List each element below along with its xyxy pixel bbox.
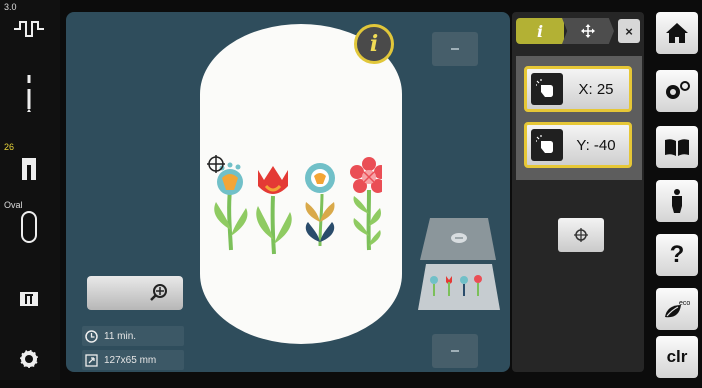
x-position-button[interactable]: X: 25 bbox=[524, 66, 632, 112]
tab-move[interactable] bbox=[562, 18, 614, 44]
info-button-label: i bbox=[369, 31, 379, 57]
hand-icon bbox=[531, 129, 563, 161]
guide-button[interactable] bbox=[656, 126, 698, 168]
needle-button[interactable] bbox=[0, 64, 58, 122]
design-size-value: 127x65 mm bbox=[104, 354, 157, 366]
scroll-down-icon bbox=[451, 350, 459, 352]
settings-icon bbox=[666, 81, 690, 99]
flower-design[interactable] bbox=[204, 150, 382, 260]
help-icon: ? bbox=[669, 241, 685, 268]
settings-button[interactable] bbox=[656, 70, 698, 112]
stitch-time-value: 11 min. bbox=[104, 330, 137, 342]
flower-1 bbox=[214, 162, 248, 251]
clear-label: clr bbox=[666, 347, 688, 366]
right-function-bar: ? eco clr bbox=[656, 6, 702, 380]
hoop-button[interactable]: Oval bbox=[0, 198, 58, 256]
presser-foot-button[interactable]: 26 bbox=[0, 140, 58, 198]
tab-info[interactable]: i bbox=[516, 18, 564, 44]
hoop-icon bbox=[21, 211, 37, 243]
info-button[interactable]: i bbox=[354, 24, 394, 64]
embroidery-screen: 3.0 26 Oval i 11 min. 127x65 mm i × X: 2… bbox=[0, 0, 702, 380]
eco-button[interactable]: eco bbox=[656, 288, 698, 330]
bobbin-icon bbox=[19, 349, 39, 369]
center-design-button[interactable] bbox=[558, 218, 604, 252]
book-icon bbox=[665, 139, 689, 156]
tutorial-icon bbox=[672, 189, 682, 213]
x-position-value: X: 25 bbox=[578, 80, 614, 98]
close-button[interactable]: × bbox=[618, 19, 640, 43]
zoom-in-icon bbox=[150, 284, 167, 301]
close-icon: × bbox=[625, 23, 633, 39]
clear-button[interactable]: clr bbox=[656, 336, 698, 378]
hand-icon bbox=[531, 73, 563, 105]
needle-icon bbox=[27, 75, 31, 112]
tension-button[interactable]: 3.0 bbox=[0, 0, 58, 58]
zoom-in-button[interactable] bbox=[87, 276, 183, 310]
stitch-plate-button[interactable] bbox=[0, 270, 58, 328]
crosshair-icon bbox=[574, 228, 588, 242]
resize-icon bbox=[85, 353, 98, 367]
clock-icon bbox=[85, 329, 98, 343]
tension-icon bbox=[14, 21, 44, 37]
stitch-time-info: 11 min. bbox=[82, 326, 184, 346]
move-icon bbox=[581, 24, 595, 38]
y-position-button[interactable]: Y: -40 bbox=[524, 122, 632, 168]
home-button[interactable] bbox=[656, 12, 698, 54]
design-preview[interactable] bbox=[412, 214, 504, 318]
design-size-info: 127x65 mm bbox=[82, 350, 184, 370]
scroll-down-button[interactable] bbox=[432, 334, 478, 368]
stitch-plate-icon bbox=[20, 292, 38, 306]
help-button[interactable]: ? bbox=[656, 234, 698, 276]
hoop-label: Oval bbox=[4, 200, 23, 210]
bobbin-button[interactable] bbox=[0, 330, 58, 388]
flower-3 bbox=[305, 163, 335, 247]
eco-icon: eco bbox=[665, 300, 690, 318]
presser-foot-icon bbox=[22, 158, 36, 180]
tab-info-label: i bbox=[536, 21, 544, 41]
home-icon bbox=[666, 23, 688, 43]
presser-foot-value: 26 bbox=[4, 142, 15, 152]
flower-2 bbox=[256, 166, 292, 255]
scroll-up-button[interactable] bbox=[432, 32, 478, 66]
tension-value: 3.0 bbox=[4, 2, 17, 12]
left-status-bar: 3.0 26 Oval bbox=[0, 0, 60, 380]
flower-4 bbox=[350, 157, 382, 251]
tutorial-button[interactable] bbox=[656, 180, 698, 222]
y-position-value: Y: -40 bbox=[576, 136, 616, 154]
scroll-up-icon bbox=[451, 48, 459, 50]
